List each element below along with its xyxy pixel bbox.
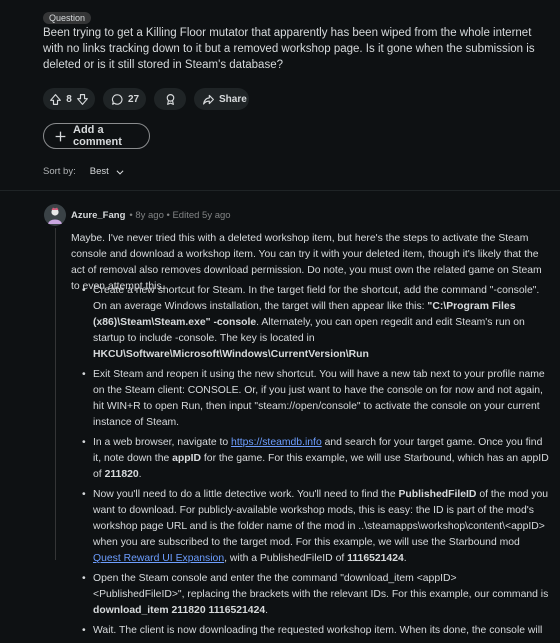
steamdb-link[interactable]: https://steamdb.info	[231, 437, 322, 448]
list-item: Wait. The client is now downloading the …	[76, 623, 549, 639]
comment-header: Azure_Fang • 8y ago • Edited 5y ago	[71, 210, 231, 221]
chevron-down-icon[interactable]	[115, 167, 125, 177]
add-comment-button[interactable]: Add a comment	[43, 123, 150, 149]
thread-line[interactable]	[55, 228, 56, 560]
share-button[interactable]: Share	[194, 88, 249, 110]
list-item: Exit Steam and reopen it using the new s…	[76, 367, 549, 431]
share-icon	[202, 93, 215, 106]
comment-icon	[111, 93, 124, 106]
list-item: Create a new shortcut for Steam. In the …	[76, 283, 549, 363]
list-item: Now you'll need to do a little detective…	[76, 487, 549, 567]
sort-label: Sort by:	[43, 166, 76, 177]
section-divider	[0, 190, 560, 191]
sort-dropdown[interactable]: Best	[90, 166, 109, 177]
share-label: Share	[219, 93, 247, 105]
vote-count: 8	[66, 93, 72, 105]
list-item: Open the Steam console and enter the the…	[76, 571, 549, 619]
post-flair: Question	[43, 12, 92, 24]
vote-control: 8	[43, 88, 95, 110]
award-button[interactable]	[154, 88, 186, 110]
post-body: Been trying to get a Killing Floor mutat…	[43, 27, 535, 71]
list-item: In a web browser, navigate to https://st…	[76, 435, 549, 483]
plus-icon	[54, 130, 67, 143]
add-comment-label: Add a comment	[73, 124, 122, 148]
upvote-icon[interactable]	[49, 93, 62, 106]
mod-link[interactable]: Quest Reward UI Expansion	[93, 553, 224, 564]
award-icon	[164, 93, 177, 106]
sort-control: Sort by: Best	[43, 166, 125, 177]
comment-count: 27	[128, 93, 140, 105]
post-actions: 8 27 Share	[43, 88, 249, 110]
comments-button[interactable]: 27	[103, 88, 146, 110]
comment-meta: • 8y ago • Edited 5y ago	[129, 210, 231, 221]
comment-author[interactable]: Azure_Fang	[71, 210, 125, 221]
downvote-icon[interactable]	[76, 93, 89, 106]
steps-list: Create a new shortcut for Steam. In the …	[76, 283, 549, 643]
avatar[interactable]	[44, 204, 66, 226]
